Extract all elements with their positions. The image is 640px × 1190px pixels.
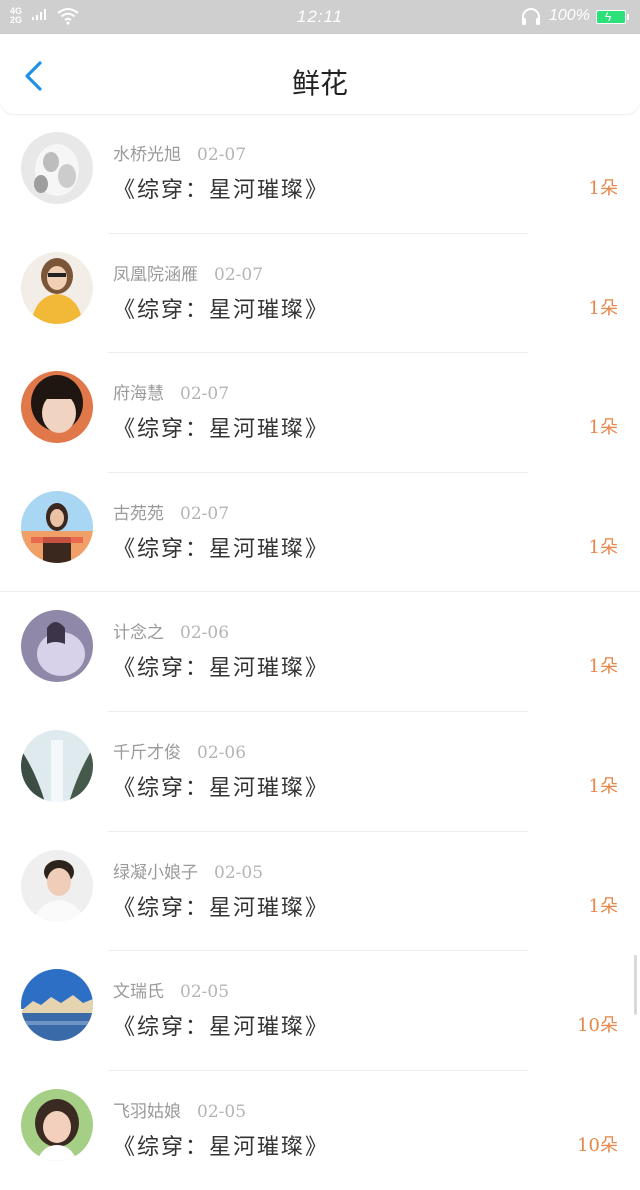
book-title: 《综穿：星河璀璨》 [113, 775, 330, 801]
reader-name: 千斤才俊 [113, 742, 181, 763]
list-item[interactable]: 凤凰院涵雁 02-07 《综穿：星河璀璨》 1朵 [0, 234, 640, 354]
app-header: 鲜花 [0, 34, 640, 114]
list-item[interactable]: 古苑苑 02-07 《综穿：星河璀璨》 1朵 [0, 473, 640, 593]
reader-info: 古苑苑 02-07 [113, 499, 229, 524]
list-item[interactable]: 千斤才俊 02-06 《综穿：星河璀璨》 1朵 [0, 712, 640, 832]
gift-date: 02-05 [180, 982, 230, 1003]
gift-date: 02-07 [197, 145, 247, 165]
avatar [21, 610, 93, 683]
avatar [21, 371, 93, 444]
book-title: 《综穿：星河璀璨》 [113, 1134, 330, 1160]
book-title: 《综穿：星河璀璨》 [113, 536, 330, 562]
gift-date: 02-07 [180, 503, 230, 524]
book-title: 《综穿：星河璀璨》 [113, 297, 330, 323]
flower-count: 10朵 [577, 1015, 618, 1037]
list-item[interactable]: 计念之 02-06 《综穿：星河璀璨》 1朵 [0, 592, 640, 712]
gift-date: 02-07 [214, 264, 264, 285]
reader-info: 千斤才俊 02-06 [113, 738, 246, 763]
reader-name: 凤凰院涵雁 [113, 264, 198, 285]
reader-name: 古苑苑 [113, 503, 164, 524]
flower-count: 1朵 [588, 656, 618, 678]
list-item[interactable]: 文瑞氏 02-05 《综穿：星河璀璨》 10朵 [0, 951, 640, 1071]
avatar [21, 969, 93, 1042]
list-item[interactable]: 飞羽姑娘 02-05 《综穿：星河璀璨》 10朵 [0, 1071, 640, 1190]
flower-count: 1朵 [588, 178, 618, 199]
avatar [21, 729, 93, 802]
reader-name: 计念之 [113, 623, 164, 644]
reader-name: 绿凝小娘子 [113, 862, 198, 883]
list-item[interactable]: 府海慧 02-07 《综穿：星河璀璨》 1朵 [0, 353, 640, 473]
reader-info: 凤凰院涵雁 02-07 [113, 260, 263, 285]
avatar [21, 490, 93, 563]
avatar [21, 132, 93, 204]
gift-date: 02-07 [180, 384, 230, 405]
gift-date: 02-05 [197, 1101, 247, 1122]
gift-date: 02-06 [180, 623, 230, 644]
reader-info: 水桥光旭 02-07 [113, 140, 246, 165]
avatar [21, 1088, 93, 1161]
avatar [21, 849, 93, 922]
avatar [21, 251, 93, 324]
reader-info: 文瑞氏 02-05 [113, 977, 229, 1002]
flower-count: 1朵 [588, 536, 618, 558]
status-time: 12:11 [296, 7, 344, 26]
list-item[interactable]: 绿凝小娘子 02-05 《综穿：星河璀璨》 1朵 [0, 832, 640, 952]
book-title: 《综穿：星河璀璨》 [113, 417, 330, 443]
flower-count: 10朵 [577, 1134, 618, 1156]
gift-date: 02-05 [214, 862, 264, 883]
battery-icon: ϟ [596, 10, 629, 24]
book-title: 《综穿：星河璀璨》 [113, 895, 330, 921]
reader-info: 计念之 02-06 [113, 618, 229, 643]
reader-info: 府海慧 02-07 [113, 379, 229, 404]
book-title: 《综穿：星河璀璨》 [113, 656, 330, 682]
reader-name: 飞羽姑娘 [113, 1101, 181, 1122]
reader-name: 水桥光旭 [113, 145, 181, 165]
reader-info: 绿凝小娘子 02-05 [113, 858, 263, 883]
flower-list: 水桥光旭 02-07 《综穿：星河璀璨》 1朵 凤凰院涵雁 02-07 《综穿：星河… [0, 114, 640, 1190]
battery-percent: 100% [549, 7, 590, 24]
flower-count: 1朵 [588, 297, 618, 319]
gift-date: 02-06 [197, 742, 247, 763]
reader-info: 飞羽姑娘 02-05 [113, 1097, 246, 1122]
flower-count: 1朵 [588, 417, 618, 439]
list-item[interactable]: 水桥光旭 02-07 《综穿：星河璀璨》 1朵 [0, 114, 640, 234]
status-bar: 4G 2G 12:11 100% ϟ [0, 0, 640, 34]
book-title: 《综穿：星河璀璨》 [113, 178, 330, 203]
scrollbar[interactable] [634, 955, 637, 1015]
page-title: 鲜花 [291, 67, 348, 100]
headset-icon [522, 8, 540, 25]
book-title: 《综穿：星河璀璨》 [113, 1015, 330, 1041]
reader-name: 文瑞氏 [113, 982, 164, 1003]
reader-name: 府海慧 [113, 384, 164, 405]
flower-count: 1朵 [588, 895, 618, 917]
flower-count: 1朵 [588, 775, 618, 797]
